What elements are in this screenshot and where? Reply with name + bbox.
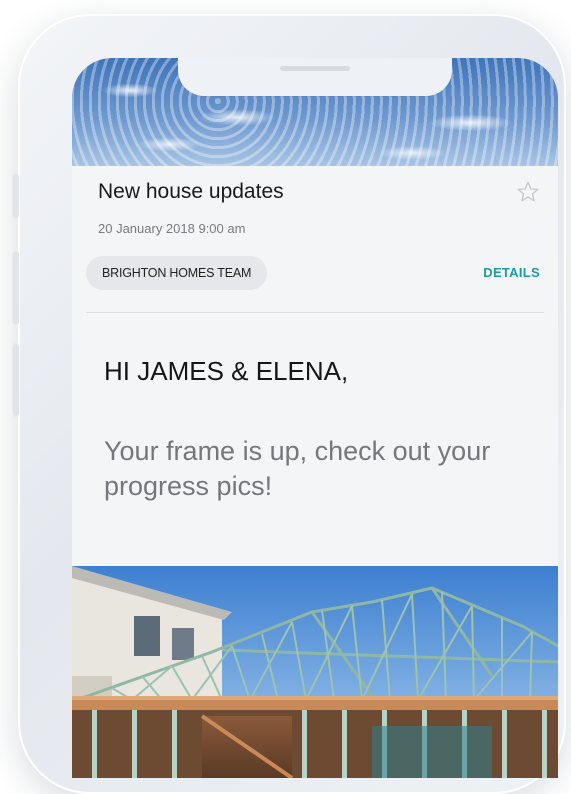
sender-chip[interactable]: BRIGHTON HOMES TEAM bbox=[86, 256, 268, 290]
email-greeting: HI JAMES & ELENA, bbox=[104, 356, 349, 386]
details-link[interactable]: DETAILS bbox=[483, 265, 540, 280]
phone-frame: New house updates 20 January 2018 9:00 a… bbox=[14, 14, 566, 794]
speaker-grille bbox=[280, 66, 350, 71]
email-message: Your frame is up, check out your progres… bbox=[104, 436, 491, 501]
silent-switch bbox=[14, 174, 19, 218]
email-card: New house updates 20 January 2018 9:00 a… bbox=[72, 166, 558, 566]
volume-up-button bbox=[14, 252, 19, 324]
star-icon[interactable] bbox=[516, 180, 540, 204]
email-date: 20 January 2018 9:00 am bbox=[98, 221, 246, 236]
phone-notch bbox=[178, 58, 452, 96]
house-frame-photo bbox=[72, 566, 558, 778]
volume-down-button bbox=[14, 344, 19, 416]
email-subject: New house updates bbox=[98, 180, 284, 203]
phone-screen: New house updates 20 January 2018 9:00 a… bbox=[72, 58, 558, 778]
divider bbox=[86, 312, 544, 313]
